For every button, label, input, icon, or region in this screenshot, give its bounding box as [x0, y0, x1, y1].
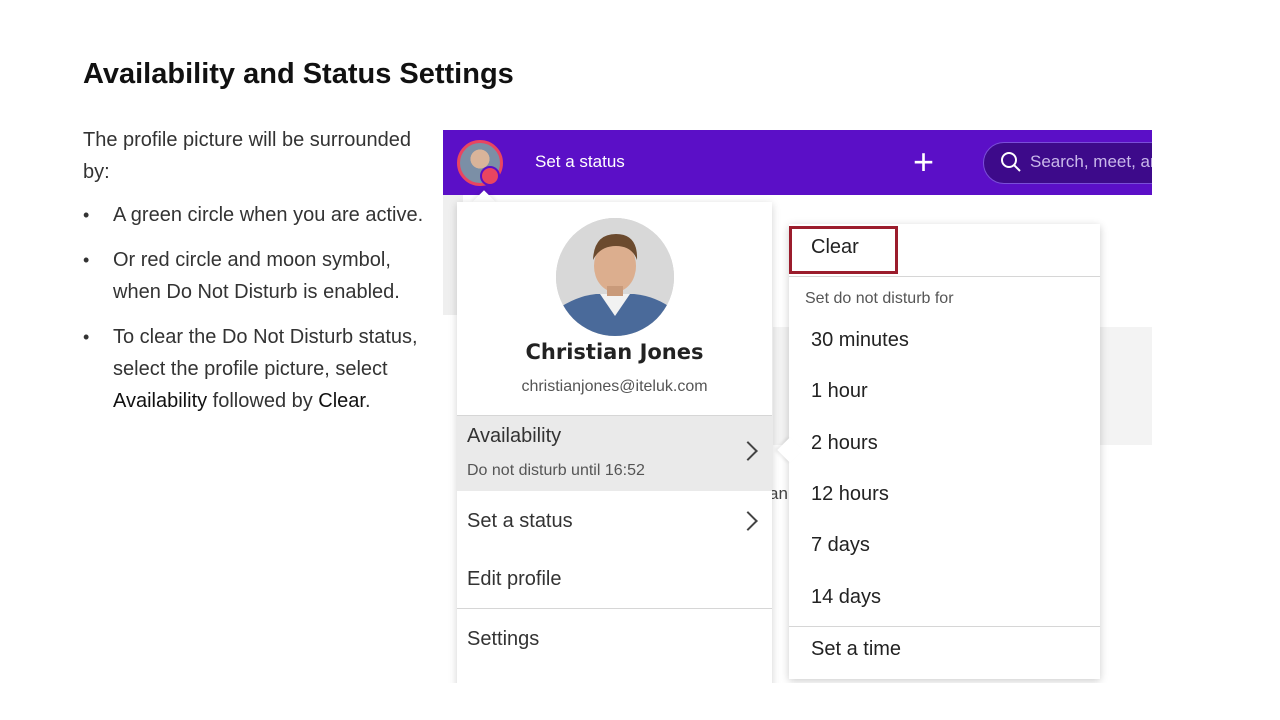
- dnd-option-30-minutes[interactable]: 30 minutes: [811, 329, 909, 352]
- bullet-dot: •: [83, 205, 90, 225]
- clear-status-label: Clear: [811, 236, 859, 258]
- menu-divider: [457, 608, 772, 609]
- slide-title: Availability and Status Settings: [83, 58, 514, 90]
- bullet-list: • A green circle when you are active. • …: [83, 199, 443, 430]
- search-placeholder: Search, meet, an: [1030, 152, 1152, 171]
- bullet-emph-availability: Availability: [113, 390, 208, 412]
- dnd-heading: Set do not disturb for: [805, 290, 954, 307]
- person-photo-icon: [556, 218, 674, 336]
- bullet-item: • To clear the Do Not Disturb status, se…: [83, 321, 443, 417]
- dnd-option-14-days[interactable]: 14 days: [811, 586, 881, 609]
- bullet-text: Or red circle and moon symbol, when Do N…: [113, 249, 400, 303]
- profile-email: christianjones@iteluk.com: [521, 378, 708, 395]
- bullet-item: • Or red circle and moon symbol, when Do…: [83, 244, 443, 308]
- dnd-option-1-hour[interactable]: 1 hour: [811, 380, 868, 403]
- availability-status: Do not disturb until 16:52: [467, 462, 645, 479]
- availability-label: Availability: [467, 425, 562, 447]
- bullet-text-mid: followed by: [207, 390, 319, 412]
- teams-screenshot: Set a status + Search, meet, an an Chris…: [443, 130, 1152, 683]
- bullet-text-post: .: [365, 390, 371, 412]
- dnd-option-7-days[interactable]: 7 days: [811, 534, 870, 557]
- bullet-text: A green circle when you are active.: [113, 204, 424, 226]
- plus-icon[interactable]: +: [913, 144, 934, 180]
- profile-name: Christian Jones: [525, 340, 704, 364]
- bullet-emph-clear: Clear: [318, 390, 365, 412]
- menu-item-set-status[interactable]: Set a status: [467, 510, 573, 533]
- dnd-option-set-a-time[interactable]: Set a time: [811, 638, 901, 661]
- dnd-option-12-hours[interactable]: 12 hours: [811, 483, 889, 506]
- submenu-divider: [789, 626, 1100, 627]
- search-icon: [1001, 152, 1021, 172]
- dnd-status-badge: [480, 166, 500, 186]
- bullet-dot: •: [83, 250, 90, 270]
- bullet-item: • A green circle when you are active.: [83, 199, 443, 231]
- dnd-option-2-hours[interactable]: 2 hours: [811, 432, 878, 455]
- bullet-text-pre: To clear the Do Not Disturb status, sele…: [113, 326, 418, 380]
- profile-photo[interactable]: [556, 218, 674, 336]
- app-top-bar: Set a status + Search, meet, an: [443, 130, 1152, 195]
- menu-item-edit-profile[interactable]: Edit profile: [467, 568, 562, 591]
- intro-text: The profile picture will be surrounded b…: [83, 129, 411, 183]
- bullet-dot: •: [83, 327, 90, 347]
- submenu-divider: [789, 276, 1100, 277]
- menu-item-settings[interactable]: Settings: [467, 628, 539, 651]
- topbar-set-status[interactable]: Set a status: [535, 152, 625, 172]
